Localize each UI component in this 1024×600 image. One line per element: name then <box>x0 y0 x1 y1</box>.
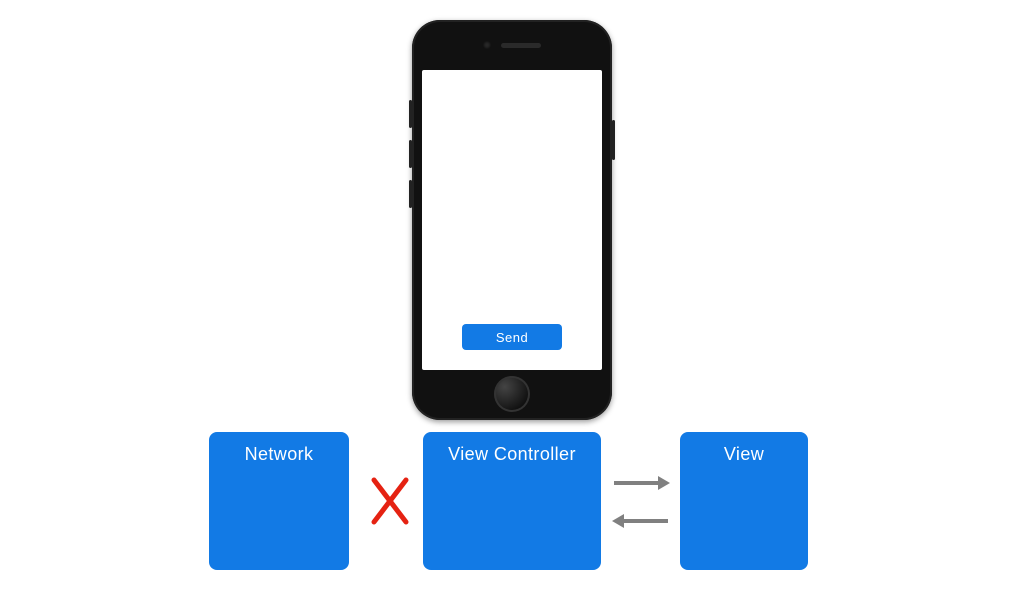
phone-top-bezel <box>412 20 612 70</box>
blocked-connection-icon <box>370 476 410 526</box>
phone-mockup: Send <box>412 20 612 420</box>
view-box: View <box>680 432 808 570</box>
phone-screen: Send <box>422 70 602 370</box>
send-button[interactable]: Send <box>462 324 562 350</box>
arrow-left-icon <box>612 513 670 529</box>
view-controller-box: View Controller <box>423 432 601 570</box>
home-button-icon <box>494 376 530 412</box>
arrow-right-icon <box>612 475 670 491</box>
phone-camera-icon <box>483 41 491 49</box>
network-box: Network <box>209 432 349 570</box>
phone-speaker-icon <box>501 43 541 48</box>
